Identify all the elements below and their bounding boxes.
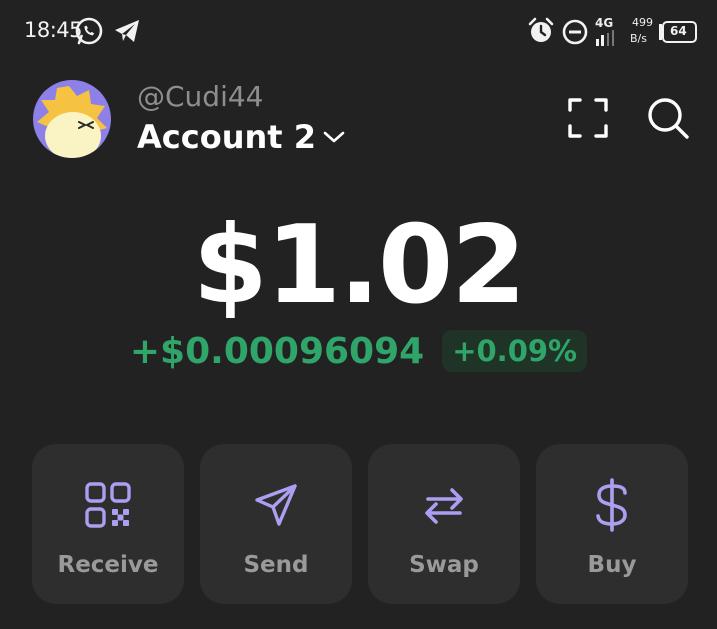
network-speed-unit: B/s — [630, 32, 647, 45]
swap-label: Swap — [409, 552, 479, 578]
battery-level: 64 — [670, 24, 687, 38]
swap-button[interactable]: Swap — [368, 444, 520, 604]
status-bar: 18:45 4G 499 B/s 64 — [0, 0, 717, 64]
search-button[interactable] — [646, 98, 690, 142]
account-handle: @Cudi44 — [137, 80, 264, 113]
account-selector[interactable]: Account 2 — [137, 118, 346, 156]
telegram-icon — [112, 16, 142, 46]
total-balance: $1.02 — [192, 203, 527, 328]
dollar-icon — [592, 478, 632, 532]
balance-change: +$0.00096094 +0.09% — [0, 330, 717, 372]
avatar[interactable] — [33, 80, 111, 158]
signal-icon — [594, 30, 620, 46]
account-name: Account 2 — [137, 118, 316, 156]
receive-button[interactable]: Receive — [32, 444, 184, 604]
change-value: +$0.00096094 — [129, 330, 425, 372]
action-bar: Receive Send Swap Buy — [32, 444, 688, 604]
alarm-icon — [526, 16, 556, 46]
scan-icon — [567, 97, 609, 143]
qr-code-icon — [84, 478, 132, 532]
swap-icon — [420, 478, 468, 532]
network-type: 4G — [595, 16, 614, 30]
receive-label: Receive — [57, 552, 159, 578]
do-not-disturb-icon — [560, 16, 590, 46]
send-label: Send — [243, 552, 309, 578]
whatsapp-icon — [74, 16, 104, 46]
buy-label: Buy — [587, 552, 637, 578]
chevron-down-icon — [322, 129, 346, 149]
send-button[interactable]: Send — [200, 444, 352, 604]
send-icon — [252, 478, 300, 532]
scan-button[interactable] — [566, 98, 610, 142]
change-percent-badge: +0.09% — [442, 330, 588, 372]
network-speed-value: 499 — [632, 16, 653, 29]
buy-button[interactable]: Buy — [536, 444, 688, 604]
battery-icon: 64 — [658, 21, 698, 43]
search-icon — [646, 96, 690, 144]
